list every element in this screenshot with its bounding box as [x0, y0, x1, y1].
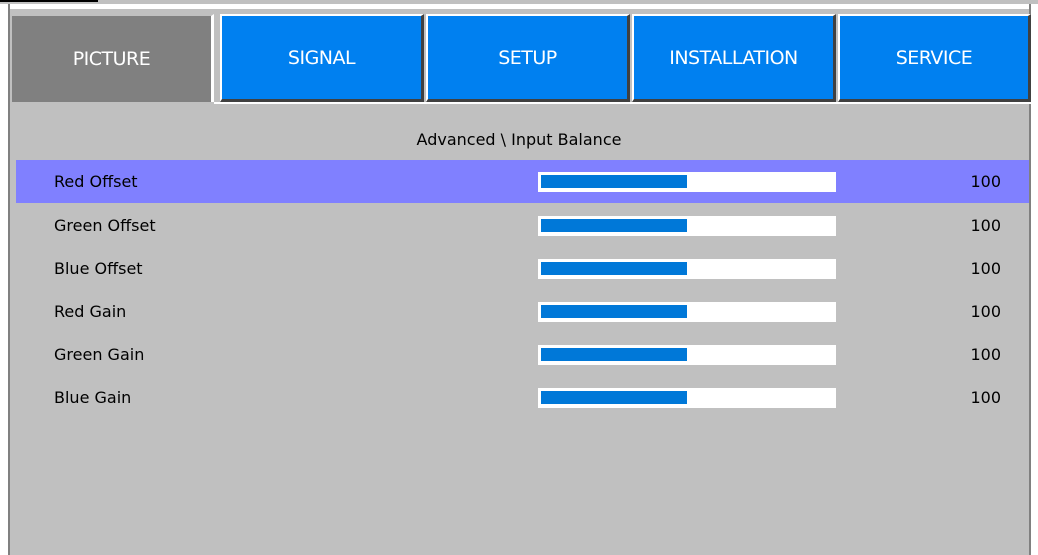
setting-row-red-gain[interactable]: Red Gain 100 — [16, 290, 1029, 333]
top-border — [0, 4, 1038, 9]
left-border — [0, 4, 10, 555]
tab-installation[interactable]: INSTALLATION — [632, 14, 836, 102]
slider-fill — [541, 219, 687, 232]
setting-row-blue-offset[interactable]: Blue Offset 100 — [16, 247, 1029, 290]
setting-row-green-offset[interactable]: Green Offset 100 — [16, 204, 1029, 247]
slider-track[interactable] — [538, 302, 836, 322]
setting-label: Green Offset — [54, 216, 156, 235]
setting-value: 100 — [970, 259, 1001, 278]
setting-value: 100 — [970, 388, 1001, 407]
setting-value: 100 — [970, 216, 1001, 235]
slider-track[interactable] — [538, 172, 836, 192]
tab-divider — [214, 102, 1031, 104]
setting-row-red-offset[interactable]: Red Offset 100 — [16, 160, 1029, 203]
setting-value: 100 — [970, 172, 1001, 191]
setting-value: 100 — [970, 302, 1001, 321]
tab-signal[interactable]: SIGNAL — [220, 14, 424, 102]
breadcrumb: Advanced \ Input Balance — [416, 130, 622, 149]
slider-fill — [541, 391, 687, 404]
tab-service[interactable]: SERVICE — [838, 14, 1031, 102]
setting-value: 100 — [970, 345, 1001, 364]
setting-label: Red Gain — [54, 302, 127, 321]
slider-fill — [541, 348, 687, 361]
slider-fill — [541, 305, 687, 318]
setting-row-blue-gain[interactable]: Blue Gain 100 — [16, 376, 1029, 419]
slider-track[interactable] — [538, 388, 836, 408]
setting-label: Red Offset — [54, 172, 138, 191]
corner-line — [0, 0, 98, 2]
slider-fill — [541, 175, 687, 188]
tab-picture[interactable]: PICTURE — [10, 14, 214, 102]
setting-label: Blue Offset — [54, 259, 143, 278]
slider-track[interactable] — [538, 345, 836, 365]
osd-menu: PICTURE SIGNAL SETUP INSTALLATION SERVIC… — [0, 0, 1038, 555]
setting-label: Blue Gain — [54, 388, 132, 407]
slider-fill — [541, 262, 687, 275]
slider-track[interactable] — [538, 259, 836, 279]
tab-setup[interactable]: SETUP — [426, 14, 630, 102]
slider-track[interactable] — [538, 216, 836, 236]
setting-label: Green Gain — [54, 345, 145, 364]
setting-row-green-gain[interactable]: Green Gain 100 — [16, 333, 1029, 376]
